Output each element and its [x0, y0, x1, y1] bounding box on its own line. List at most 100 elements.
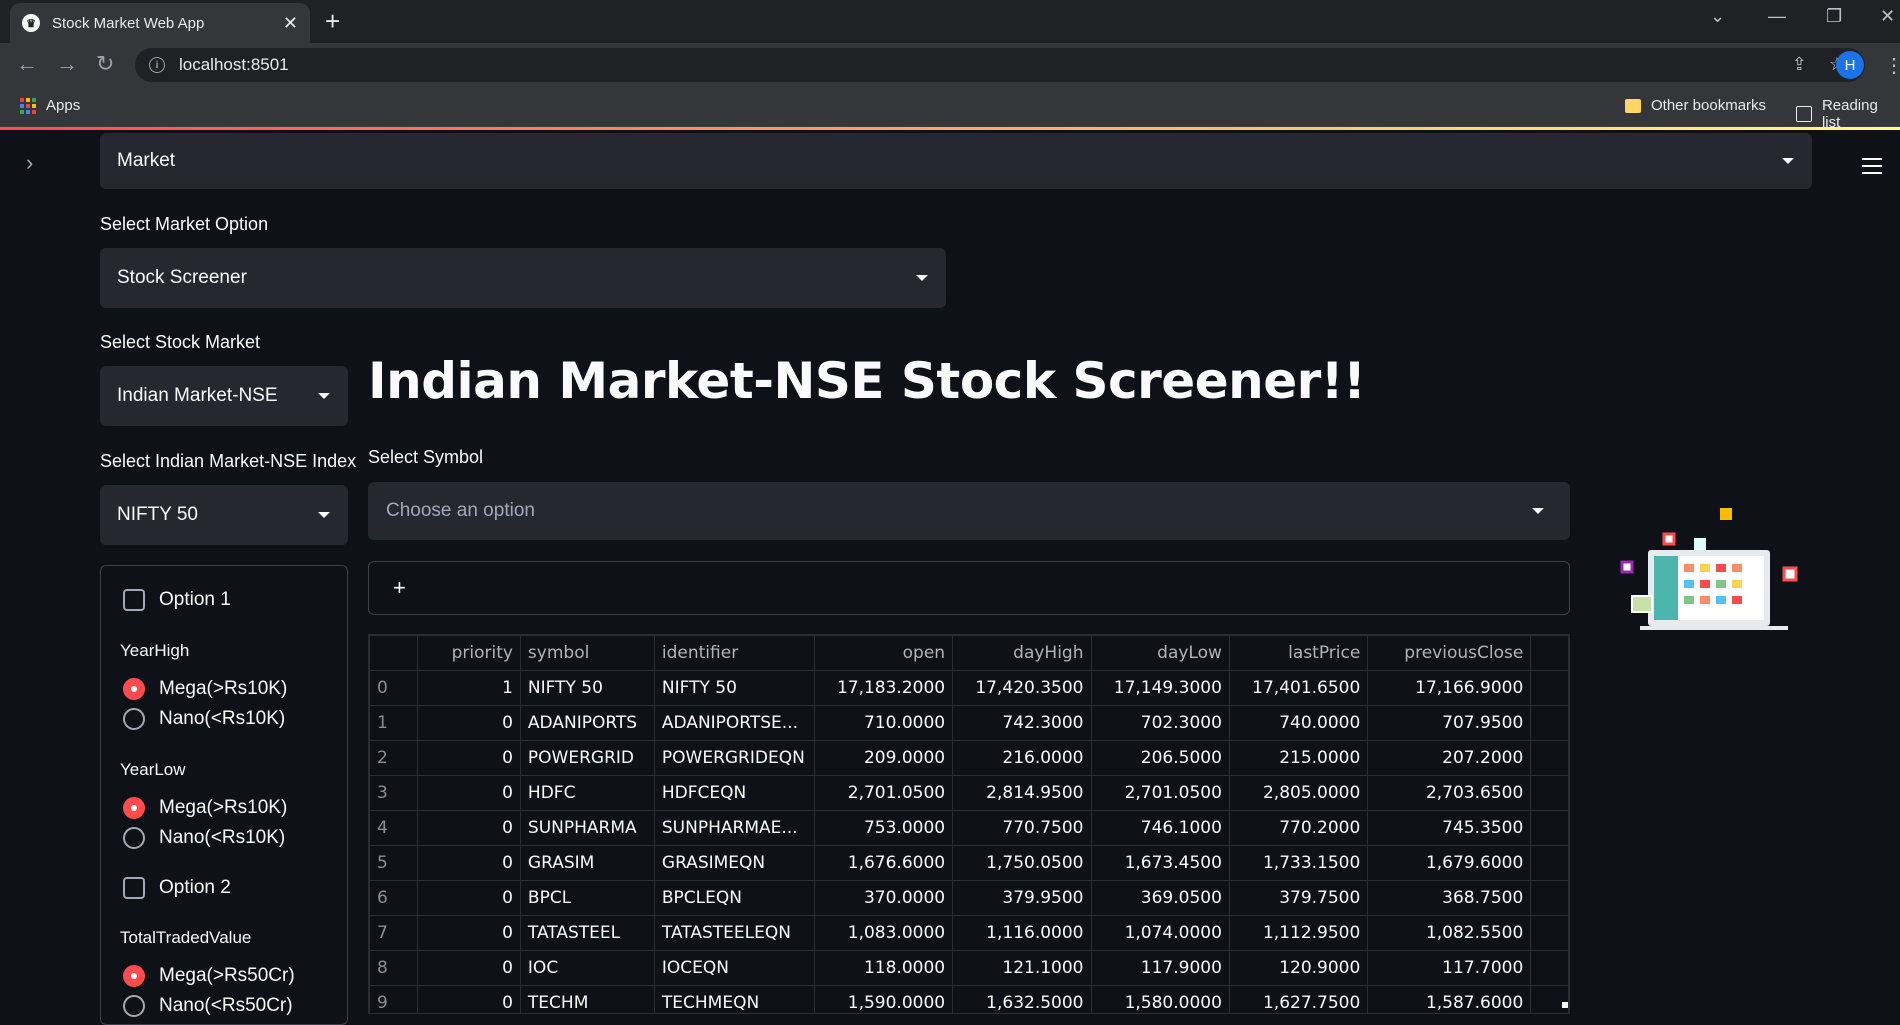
table-cell[interactable]: 3 [369, 775, 418, 811]
table-cell[interactable]: TECHMEQN [653, 985, 815, 1013]
checkbox-box[interactable] [123, 589, 145, 611]
table-cell[interactable]: 120.9000 [1228, 950, 1369, 986]
table-cell[interactable]: 1,627.7500 [1228, 985, 1369, 1013]
table-cell[interactable]: 1,676.6000 [813, 845, 954, 881]
table-cell[interactable]: 121.1000 [952, 950, 1092, 986]
table-cell[interactable]: 0 [416, 740, 521, 776]
reading-list[interactable]: Reading list [1796, 97, 1900, 131]
table-cell[interactable]: 0 [416, 985, 521, 1013]
column-header[interactable]: previousClose [1367, 635, 1532, 671]
table-cell[interactable]: 379.7500 [1228, 880, 1369, 916]
table-cell[interactable]: 753.0000 [813, 810, 954, 846]
checkbox-box[interactable] [123, 877, 145, 899]
table-cell[interactable]: 0 [416, 880, 521, 916]
table-cell[interactable]: 206.5000 [1090, 740, 1230, 776]
menu-kebab-icon[interactable]: ⋮ [1884, 53, 1900, 78]
table-cell[interactable]: 2,805.0000 [1228, 775, 1369, 811]
table-cell[interactable]: TATASTEEL [519, 915, 655, 951]
table-cell[interactable]: 368.7500 [1367, 880, 1532, 916]
table-cell[interactable]: ADANIPORTS [519, 705, 655, 741]
option2-checkbox[interactable]: Option 2 [123, 877, 231, 899]
table-cell[interactable]: 745.3500 [1367, 810, 1532, 846]
table-cell[interactable]: 369.0500 [1090, 880, 1230, 916]
option1-checkbox[interactable]: Option 1 [123, 589, 231, 611]
table-cell[interactable]: 740.0000 [1228, 705, 1369, 741]
table-cell[interactable]: POWERGRID [519, 740, 655, 776]
table-cell[interactable]: 17,420.3500 [952, 670, 1092, 706]
radio-unselected-icon[interactable] [123, 995, 145, 1017]
table-cell[interactable]: 770.7500 [952, 810, 1092, 846]
table-cell[interactable]: HDFC [519, 775, 655, 811]
table-cell[interactable]: HDFCEQN [653, 775, 815, 811]
table-cell[interactable]: 710.0000 [813, 705, 954, 741]
market-select[interactable]: Market [100, 133, 1812, 189]
close-window-icon[interactable]: ✕ [1880, 6, 1895, 27]
table-cell[interactable]: 17,401.6500 [1228, 670, 1369, 706]
omnibox[interactable]: i localhost:8501 ⇪ ☆ [135, 48, 1865, 82]
stock-market-select[interactable]: Indian Market-NSE [100, 366, 348, 426]
table-cell[interactable]: 1,733.1500 [1228, 845, 1369, 881]
table-cell[interactable]: 1,082.5500 [1367, 915, 1532, 951]
table-cell[interactable]: TECHM [519, 985, 655, 1013]
forward-icon[interactable]: → [56, 51, 78, 77]
market-option-select[interactable]: Stock Screener [100, 248, 946, 308]
column-header[interactable] [369, 635, 418, 671]
table-cell[interactable]: BPCLEQN [653, 880, 815, 916]
table-cell[interactable]: 2 [369, 740, 418, 776]
table-cell[interactable]: 1,580.0000 [1090, 985, 1230, 1013]
profile-avatar[interactable]: H [1836, 51, 1864, 79]
table-cell[interactable]: 216.0000 [952, 740, 1092, 776]
column-header[interactable]: identifier [653, 635, 815, 671]
table-cell[interactable]: 1,632.5000 [952, 985, 1092, 1013]
table-cell[interactable]: 1,083.0000 [813, 915, 954, 951]
table-cell[interactable]: 770.2000 [1228, 810, 1369, 846]
yearlow-nano-radio[interactable]: Nano(<Rs10K) [123, 827, 285, 849]
symbol-multiselect[interactable]: Choose an option [368, 482, 1570, 540]
ttv-mega-radio[interactable]: Mega(>Rs50Cr) [123, 965, 295, 987]
table-cell[interactable]: 1,590.0000 [813, 985, 954, 1013]
radio-unselected-icon[interactable] [123, 708, 145, 730]
table-cell[interactable]: 742.3000 [952, 705, 1092, 741]
column-header[interactable]: lastPrice [1228, 635, 1369, 671]
table-cell[interactable]: 0 [416, 950, 521, 986]
table-cell[interactable]: 1,074.0000 [1090, 915, 1230, 951]
chevron-right-icon[interactable]: › [26, 150, 33, 176]
table-cell[interactable]: 1,112.9500 [1228, 915, 1369, 951]
reload-icon[interactable]: ↻ [96, 51, 114, 77]
radio-selected-icon[interactable] [123, 797, 145, 819]
table-cell[interactable]: 209.0000 [813, 740, 954, 776]
table-cell[interactable]: 370.0000 [813, 880, 954, 916]
table-cell[interactable]: 207.2000 [1367, 740, 1532, 776]
table-cell[interactable]: 0 [416, 810, 521, 846]
new-tab-icon[interactable]: + [325, 6, 340, 37]
table-cell[interactable]: 117.7000 [1367, 950, 1532, 986]
table-cell[interactable]: 2,701.0500 [1090, 775, 1230, 811]
scrollbar-handle[interactable] [1562, 1002, 1568, 1008]
browser-tab[interactable]: ♛ Stock Market Web App ✕ [10, 3, 310, 43]
table-cell[interactable]: 0 [416, 705, 521, 741]
table-cell[interactable]: 17,166.9000 [1367, 670, 1532, 706]
table-cell[interactable]: 707.9500 [1367, 705, 1532, 741]
table-cell[interactable]: IOC [519, 950, 655, 986]
table-cell[interactable]: 117.9000 [1090, 950, 1230, 986]
restore-icon[interactable]: ❐ [1826, 6, 1842, 27]
table-cell[interactable]: BPCL [519, 880, 655, 916]
table-cell[interactable]: 8 [369, 950, 418, 986]
column-header[interactable]: dayLow [1090, 635, 1230, 671]
table-cell[interactable]: IOCEQN [653, 950, 815, 986]
expander[interactable]: + [368, 561, 1570, 615]
table-cell[interactable]: POWERGRIDEQN [653, 740, 815, 776]
table-cell[interactable]: 2,814.9500 [952, 775, 1092, 811]
minimize-icon[interactable]: — [1768, 6, 1786, 27]
table-cell[interactable]: SUNPHARMA [519, 810, 655, 846]
chevron-down-icon[interactable]: ⌄ [1710, 6, 1725, 27]
other-bookmarks[interactable]: Other bookmarks [1625, 97, 1766, 114]
column-header[interactable]: dayHigh [952, 635, 1092, 671]
table-cell[interactable]: 1 [369, 705, 418, 741]
table-cell[interactable]: GRASIMEQN [653, 845, 815, 881]
table-cell[interactable]: 0 [369, 670, 418, 706]
table-cell[interactable]: NIFTY 50 [653, 670, 815, 706]
table-cell[interactable]: 1,750.0500 [952, 845, 1092, 881]
radio-selected-icon[interactable] [123, 965, 145, 987]
table-cell[interactable]: 1,587.6000 [1367, 985, 1532, 1013]
